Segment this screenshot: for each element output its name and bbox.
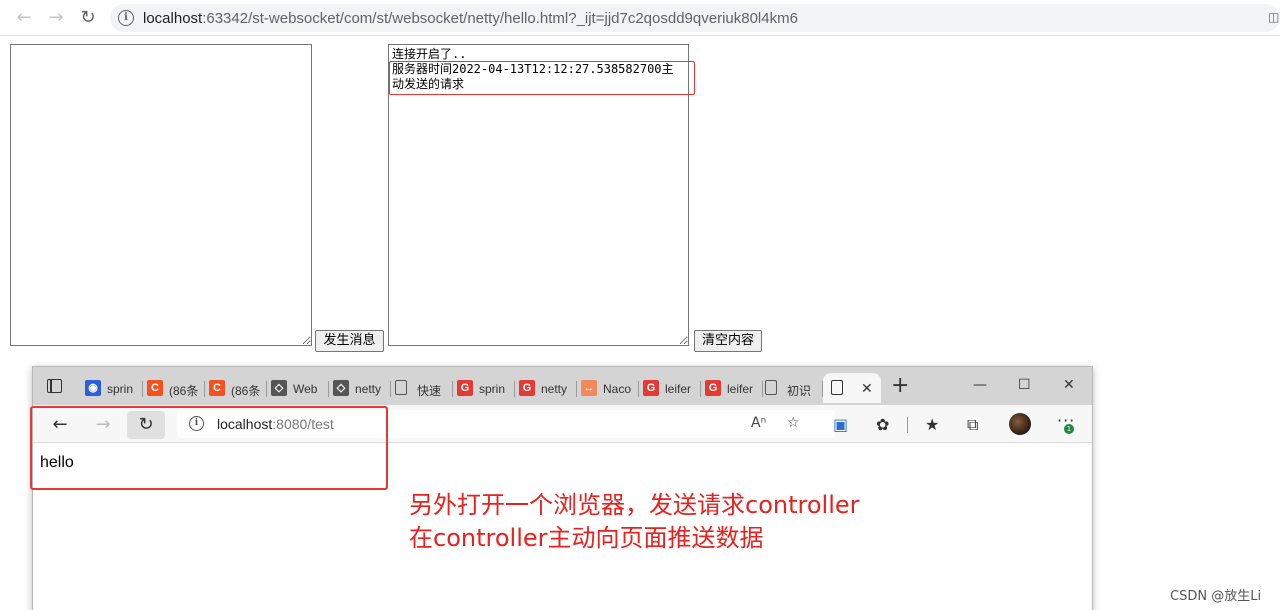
yuque-icon: ◇: [333, 380, 349, 396]
tab-label: Web: [293, 382, 318, 396]
tab-10[interactable]: Gleifer: [639, 373, 701, 403]
edge-url-path: :8080/test: [272, 416, 334, 432]
translate-icon[interactable]: ▣: [833, 415, 848, 434]
toolbar-divider: [907, 417, 908, 433]
read-aloud-icon[interactable]: Aⁿ: [751, 415, 766, 431]
update-badge: 1: [1064, 424, 1074, 434]
minimize-icon[interactable]: —: [973, 377, 987, 393]
tab-1[interactable]: ◉ sprin: [81, 373, 143, 403]
collections-icon[interactable]: ⧉: [967, 415, 978, 435]
reload-icon[interactable]: ↻: [78, 8, 98, 28]
new-tab-icon[interactable]: +: [891, 375, 909, 397]
url-host: localhost: [143, 10, 203, 27]
tab-label: (86条: [169, 384, 199, 398]
edge-toolbar: ← → ↻ i localhost:8080/test Aⁿ ☆ ▣ ✿ ★ ⧉…: [33, 405, 1092, 443]
maximize-icon[interactable]: ☐: [1018, 377, 1031, 393]
document-icon: [765, 380, 777, 395]
gitee-icon: G: [519, 380, 535, 396]
address-bar[interactable]: i localhost:63342/st-websocket/com/st/we…: [110, 4, 1280, 32]
annotation-text: 另外打开一个浏览器，发送请求controller 在controller主动向页…: [409, 489, 860, 555]
yuque-icon: ◇: [271, 380, 287, 396]
tab-12[interactable]: 初识: [761, 373, 823, 403]
forward-arrow-icon[interactable]: →: [84, 411, 122, 439]
info-icon[interactable]: i: [118, 10, 134, 26]
document-icon: [831, 380, 843, 395]
csdn-watermark: CSDN @放生Li: [1170, 589, 1262, 604]
edge-address-url[interactable]: localhost:8080/test: [217, 416, 334, 432]
tab-label: sprin: [479, 382, 506, 396]
info-icon[interactable]: i: [189, 416, 204, 431]
tab-label: netty: [541, 382, 568, 396]
tab-active[interactable]: ✕: [823, 373, 881, 403]
message-input[interactable]: [10, 44, 312, 346]
document-icon: [395, 380, 407, 395]
refresh-icon[interactable]: ↻: [127, 411, 165, 439]
tab-label: sprin: [107, 382, 134, 396]
baidu-paw-icon: ◉: [85, 380, 101, 396]
tab-9[interactable]: ↔ Naco: [577, 373, 639, 403]
extensions-icon[interactable]: ✿: [876, 415, 889, 434]
tab-label: netty: [355, 382, 382, 396]
page-response-text: hello: [40, 454, 74, 471]
tab-7[interactable]: Gsprin: [453, 373, 515, 403]
tab-11[interactable]: Gleifer: [701, 373, 763, 403]
back-arrow-icon[interactable]: ←: [14, 8, 34, 28]
close-window-icon[interactable]: ✕: [1063, 377, 1075, 393]
tab-label: (86条: [231, 384, 261, 398]
tab-label: leifer: [665, 382, 692, 396]
tab-label: leifer: [727, 382, 754, 396]
gitee-icon: G: [457, 380, 473, 396]
nacos-icon: ↔: [581, 380, 597, 396]
tab-3[interactable]: C (86条: [205, 373, 267, 403]
close-tab-icon[interactable]: ✕: [861, 380, 873, 397]
gitee-icon: G: [705, 380, 721, 396]
edge-address-bar[interactable]: i localhost:8080/test Aⁿ ☆: [177, 410, 835, 438]
csdn-c-icon: C: [209, 380, 225, 396]
edge-url-host: localhost: [217, 416, 273, 432]
tab-2[interactable]: C (86条: [143, 373, 205, 403]
tab-8[interactable]: Gnetty: [515, 373, 577, 403]
back-arrow-icon[interactable]: ←: [41, 411, 79, 439]
forward-arrow-icon[interactable]: →: [46, 8, 66, 28]
gitee-icon: G: [643, 380, 659, 396]
response-log[interactable]: [388, 44, 689, 346]
tab-5[interactable]: ◇ netty: [329, 373, 391, 403]
send-message-button[interactable]: 发生消息: [315, 330, 384, 352]
tab-label: 初识: [787, 384, 812, 398]
address-url[interactable]: localhost:63342/st-websocket/com/st/webs…: [143, 10, 798, 27]
add-favorite-icon[interactable]: ☆: [787, 415, 800, 431]
tab-strip: ◉ sprin C (86条 C (86条 ◇ Web ◇ netty 快速 Gsprin Gnetty…: [33, 367, 1092, 405]
clear-content-button[interactable]: 清空内容: [694, 330, 762, 352]
csdn-c-icon: C: [147, 380, 163, 396]
tab-4[interactable]: ◇ Web: [267, 373, 329, 403]
url-path: :63342/st-websocket/com/st/websocket/net…: [202, 10, 798, 27]
page-action-icon[interactable]: ◫: [1268, 10, 1280, 26]
tab-6[interactable]: 快速: [391, 373, 453, 403]
profile-avatar[interactable]: [1009, 413, 1031, 435]
annotation-line-2: 在controller主动向页面推送数据: [409, 524, 764, 552]
tab-label: Naco: [603, 382, 632, 396]
tab-label: 快速: [417, 384, 442, 398]
annotation-line-1: 另外打开一个浏览器，发送请求controller: [409, 491, 860, 519]
edge-browser-window: ◉ sprin C (86条 C (86条 ◇ Web ◇ netty 快速 Gsprin Gnetty…: [32, 366, 1093, 610]
tab-actions-icon[interactable]: [47, 379, 62, 393]
favorites-icon[interactable]: ★: [925, 415, 939, 434]
top-browser-toolbar: ← → ↻ i localhost:63342/st-websocket/com…: [0, 0, 1280, 36]
